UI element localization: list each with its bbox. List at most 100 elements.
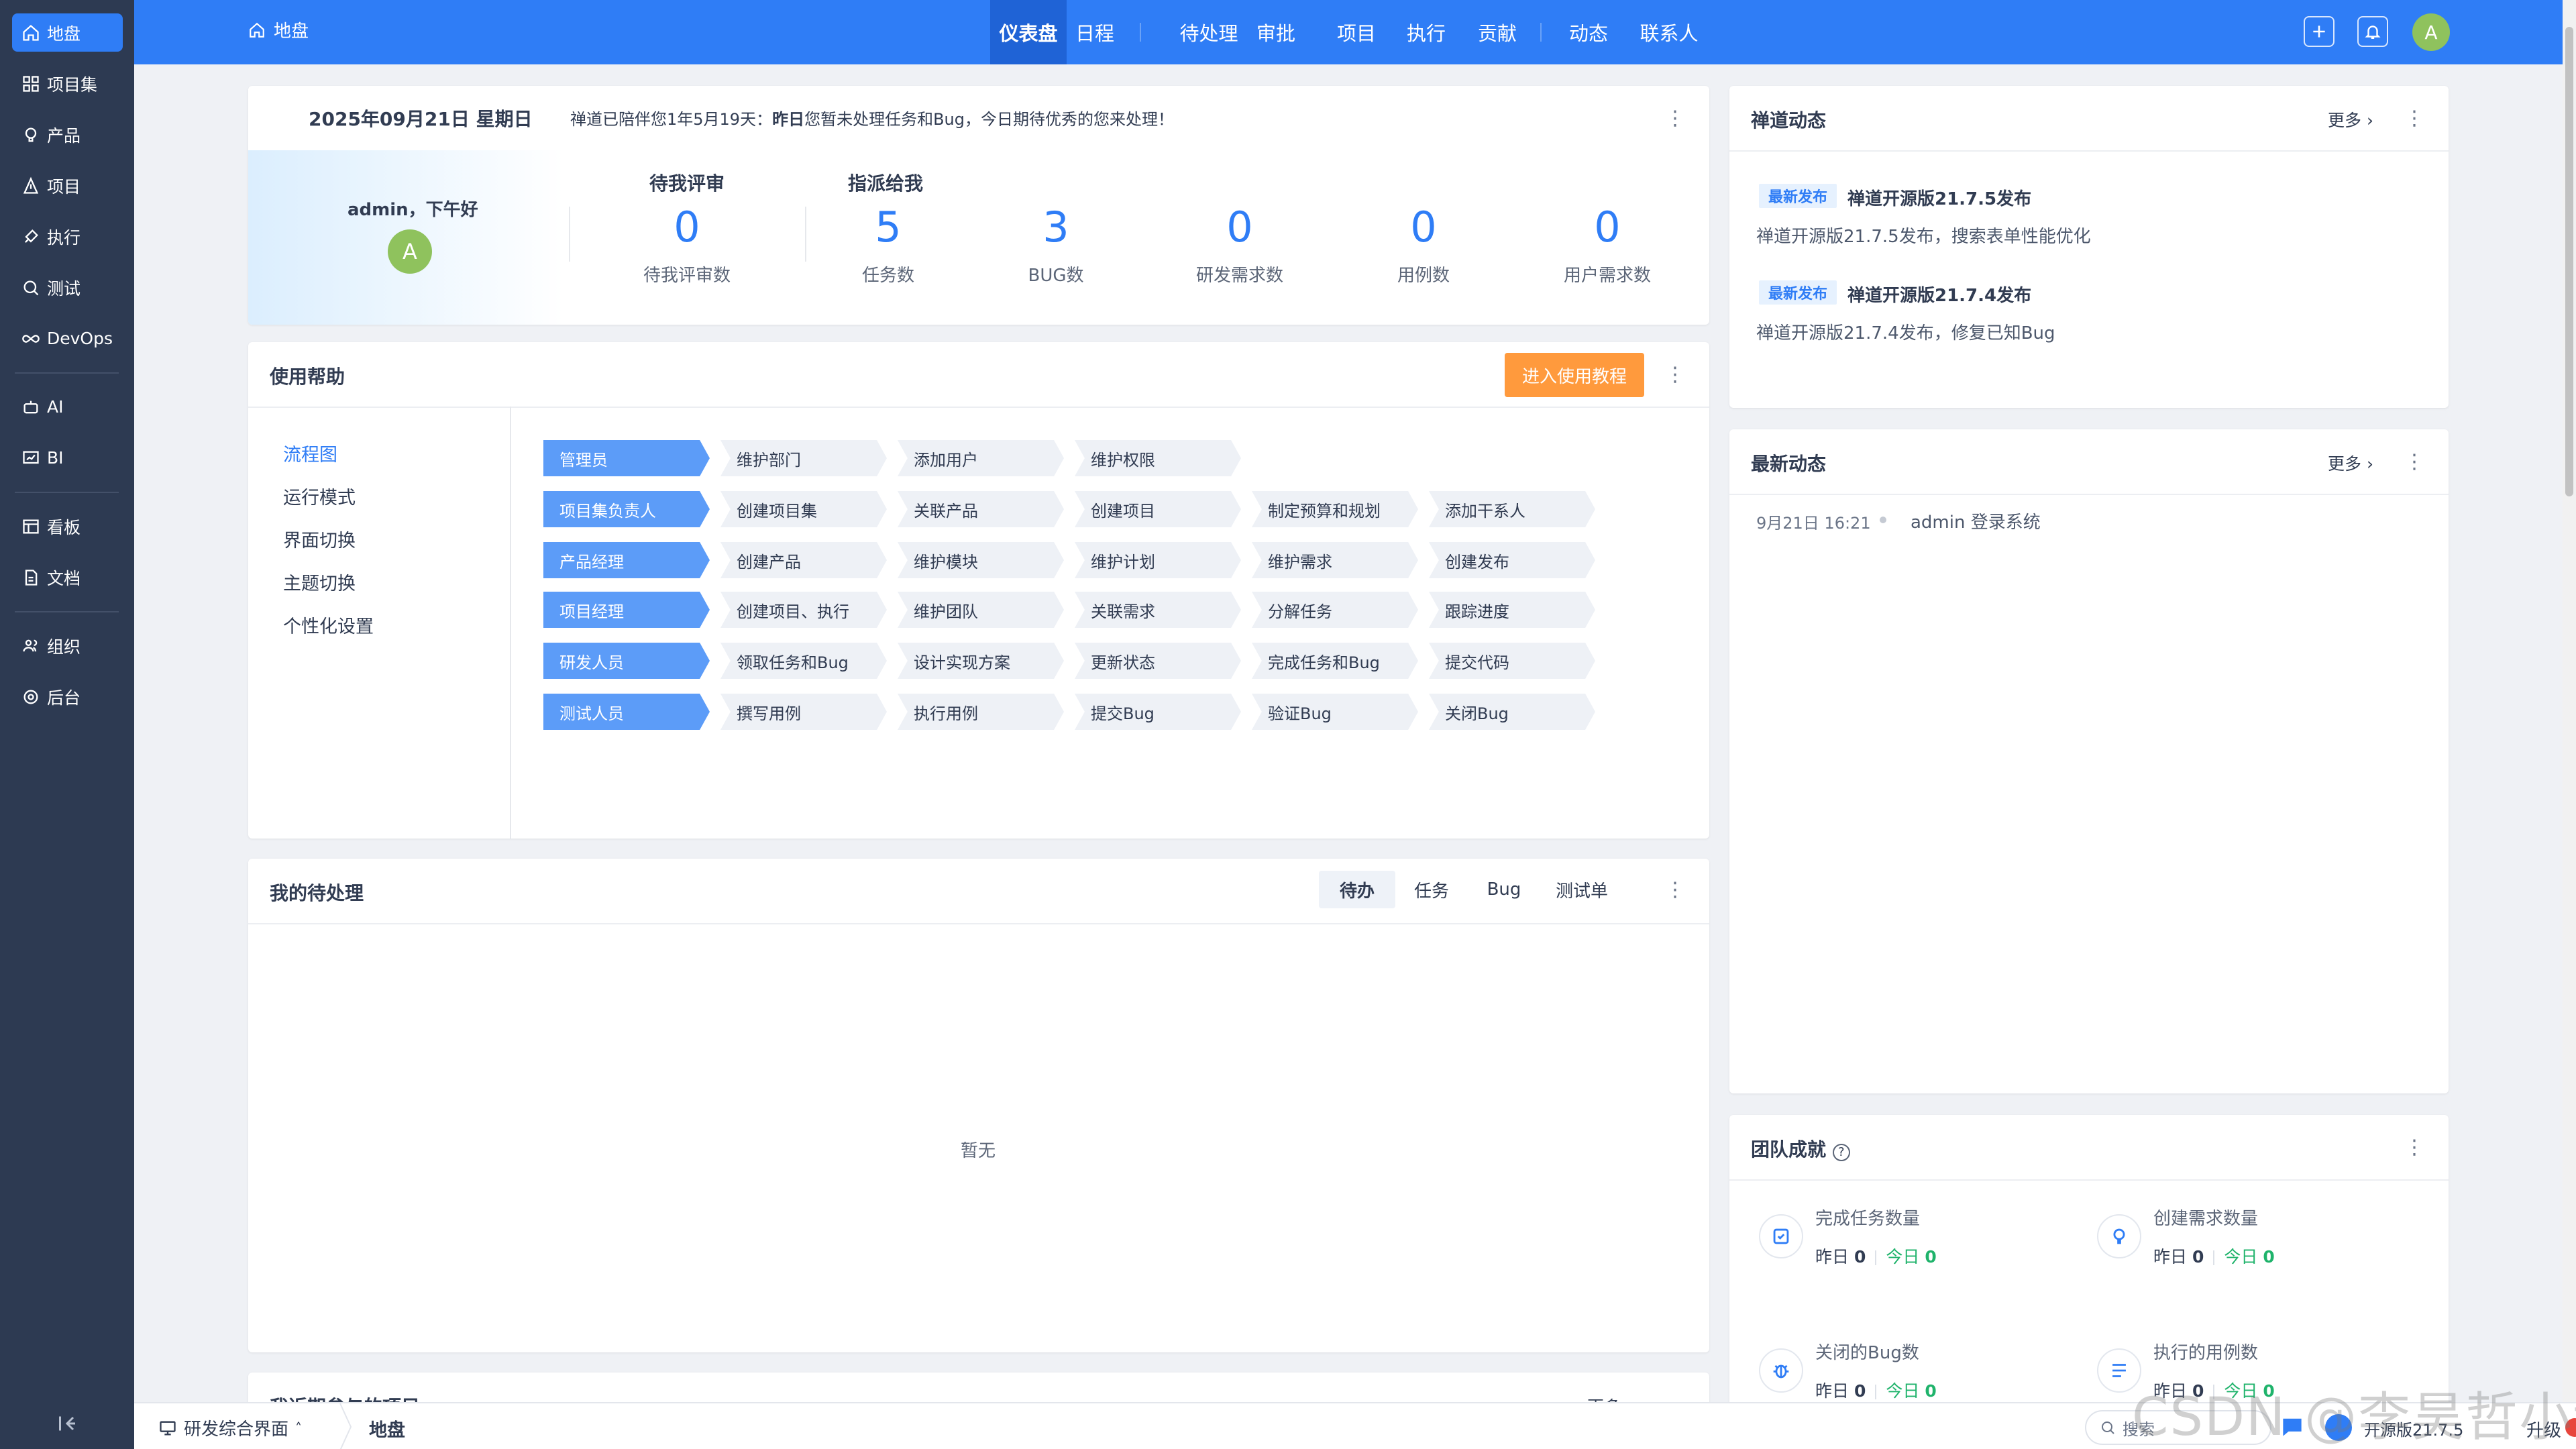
stat-case-count[interactable]: 0 [1356, 203, 1491, 252]
assigned-group-title: 指派给我 [848, 172, 924, 195]
flow-role-product-manager: 产品经理 [543, 542, 710, 578]
help-menu-theme-switch[interactable]: 主题切换 [283, 569, 356, 595]
help-circle-icon[interactable]: ? [1832, 1144, 1850, 1161]
tab-approval[interactable]: 审批 [1249, 0, 1303, 64]
user-avatar[interactable]: A [2412, 13, 2450, 51]
tab-contribution[interactable]: 贡献 [1470, 0, 1524, 64]
more-link-label: 更多 [2328, 111, 2362, 130]
flow-role-program-owner: 项目集负责人 [543, 491, 710, 527]
notification-button[interactable] [2357, 16, 2388, 47]
flow-step: 跟踪进度 [1429, 592, 1595, 628]
date-title: 2025年09月21日 星期日 [309, 108, 533, 130]
create-button[interactable] [2304, 16, 2334, 47]
home-icon [250, 22, 264, 38]
team-metric-label: 完成任务数量 [1815, 1209, 1921, 1229]
sidebar-item-test[interactable]: 测试 [12, 268, 123, 307]
more-options-icon[interactable]: ⋮ [1665, 361, 1685, 388]
sidebar-item-label: 项目集 [47, 74, 98, 95]
help-menu-run-mode[interactable]: 运行模式 [283, 483, 356, 509]
help-title: 使用帮助 [270, 366, 345, 388]
more-link[interactable]: 更多 › [2328, 107, 2373, 131]
current-app-tab[interactable]: 地盘 [369, 1415, 405, 1442]
more-options-icon[interactable]: ⋮ [2404, 448, 2424, 475]
tab-todo-items[interactable]: 待办 [1319, 871, 1395, 908]
stat-story-count[interactable]: 0 [1173, 203, 1307, 252]
help-menu-flowchart[interactable]: 流程图 [283, 440, 337, 466]
stat-task-count[interactable]: 5 [821, 203, 955, 252]
more-options-icon[interactable]: ⋮ [2404, 105, 2424, 131]
today-label: 今日 [2224, 1247, 2258, 1267]
flow-step: 创建项目 [1075, 491, 1241, 527]
divider [248, 923, 1709, 924]
tab-calendar[interactable]: 日程 [1067, 0, 1123, 64]
tab-tasks[interactable]: 任务 [1399, 871, 1464, 908]
help-menu-ui-switch[interactable]: 界面切换 [283, 526, 356, 552]
team-metric-label: 关闭的Bug数 [1815, 1343, 1919, 1363]
scrollbar-thumb[interactable] [2565, 27, 2573, 496]
workspace-switcher[interactable]: 研发综合界面 ˄ [158, 1415, 302, 1440]
sidebar-item-devops[interactable]: DevOps [12, 319, 123, 358]
flow-role-admin: 管理员 [543, 440, 710, 476]
sidebar-item-ai[interactable]: AI [12, 388, 123, 426]
collapse-sidebar-icon[interactable] [55, 1411, 79, 1436]
sidebar-item-doc[interactable]: 文档 [12, 558, 123, 596]
sidebar-item-product[interactable]: 产品 [12, 115, 123, 154]
sidebar-item-label: 地盘 [47, 23, 81, 44]
sidebar-item-execution[interactable]: 执行 [12, 217, 123, 256]
dynamic-text[interactable]: admin 登录系统 [1911, 508, 2041, 533]
stat-review-count[interactable]: 0 [620, 203, 754, 252]
flow-role-project-manager: 项目经理 [543, 592, 710, 628]
sidebar-item-label: 测试 [47, 278, 81, 299]
welcome-bold: 昨日 [772, 110, 805, 129]
sidebar-item-admin[interactable]: 后台 [12, 678, 123, 716]
more-link-label: 更多 [2328, 454, 2362, 474]
welcome-prefix: 禅道已陪伴您1年5月19天： [570, 110, 773, 129]
tutorial-button[interactable]: 进入使用教程 [1505, 353, 1644, 397]
sidebar-item-label: 看板 [47, 517, 81, 537]
sidebar-item-home[interactable]: 地盘 [12, 13, 123, 52]
latest-title: 最新动态 [1751, 453, 1827, 475]
more-options-icon[interactable]: ⋮ [1665, 876, 1685, 903]
yesterday-count: 0 [1854, 1381, 1866, 1401]
news-item-title[interactable]: 禅道开源版21.7.5发布 [1847, 185, 2031, 210]
sidebar-item-org[interactable]: 组织 [12, 627, 123, 665]
more-link[interactable]: 更多 › [2328, 451, 2373, 475]
sidebar-item-label: 后台 [47, 688, 81, 708]
news-item-title[interactable]: 禅道开源版21.7.4发布 [1847, 282, 2031, 307]
tab-execution[interactable]: 执行 [1399, 0, 1453, 64]
search-icon [23, 280, 39, 295]
team-metric-values: 昨日 0 今日 0 [1815, 1378, 1937, 1402]
flow-role-tester: 测试人员 [543, 694, 710, 730]
flow-step: 分解任务 [1252, 592, 1418, 628]
chart-icon [23, 451, 39, 464]
value-divider [2213, 1250, 2215, 1265]
yesterday-value: 昨日 0 [1815, 1247, 1866, 1267]
nav-divider [1140, 23, 1141, 42]
bell-icon [2365, 25, 2381, 39]
tab-dashboard[interactable]: 仪表盘 [990, 0, 1067, 64]
yesterday-count: 0 [1854, 1247, 1866, 1267]
sidebar-item-program[interactable]: 项目集 [12, 64, 123, 103]
sidebar-item-kanban[interactable]: 看板 [12, 507, 123, 545]
news-item-desc: 禅道开源版21.7.5发布，搜索表单性能优化 [1756, 227, 2091, 247]
flow-step: 关联需求 [1075, 592, 1241, 628]
tab-project[interactable]: 项目 [1330, 0, 1383, 64]
stat-bug-count[interactable]: 3 [989, 203, 1123, 252]
tab-testtasks[interactable]: 测试单 [1540, 871, 1623, 908]
sidebar-item-bi[interactable]: BI [12, 439, 123, 477]
stat-requirement-count[interactable]: 0 [1540, 203, 1674, 252]
breadcrumb-home[interactable]: 地盘 [248, 17, 309, 42]
tab-bugs[interactable]: Bug [1472, 871, 1536, 908]
tab-dynamic[interactable]: 动态 [1562, 0, 1615, 64]
tab-todo[interactable]: 待处理 [1174, 0, 1244, 64]
today-count: 0 [1925, 1247, 1937, 1267]
greeting-avatar: A [388, 229, 432, 274]
tab-contacts[interactable]: 联系人 [1634, 0, 1704, 64]
help-menu-personalize[interactable]: 个性化设置 [283, 612, 374, 638]
lightbulb-icon [25, 127, 37, 142]
flow-step: 添加用户 [898, 440, 1064, 476]
more-options-icon[interactable]: ⋮ [1665, 105, 1685, 131]
yesterday-value: 昨日 0 [1815, 1381, 1866, 1401]
sidebar-item-project[interactable]: 项目 [12, 166, 123, 205]
more-options-icon[interactable]: ⋮ [2404, 1134, 2424, 1161]
